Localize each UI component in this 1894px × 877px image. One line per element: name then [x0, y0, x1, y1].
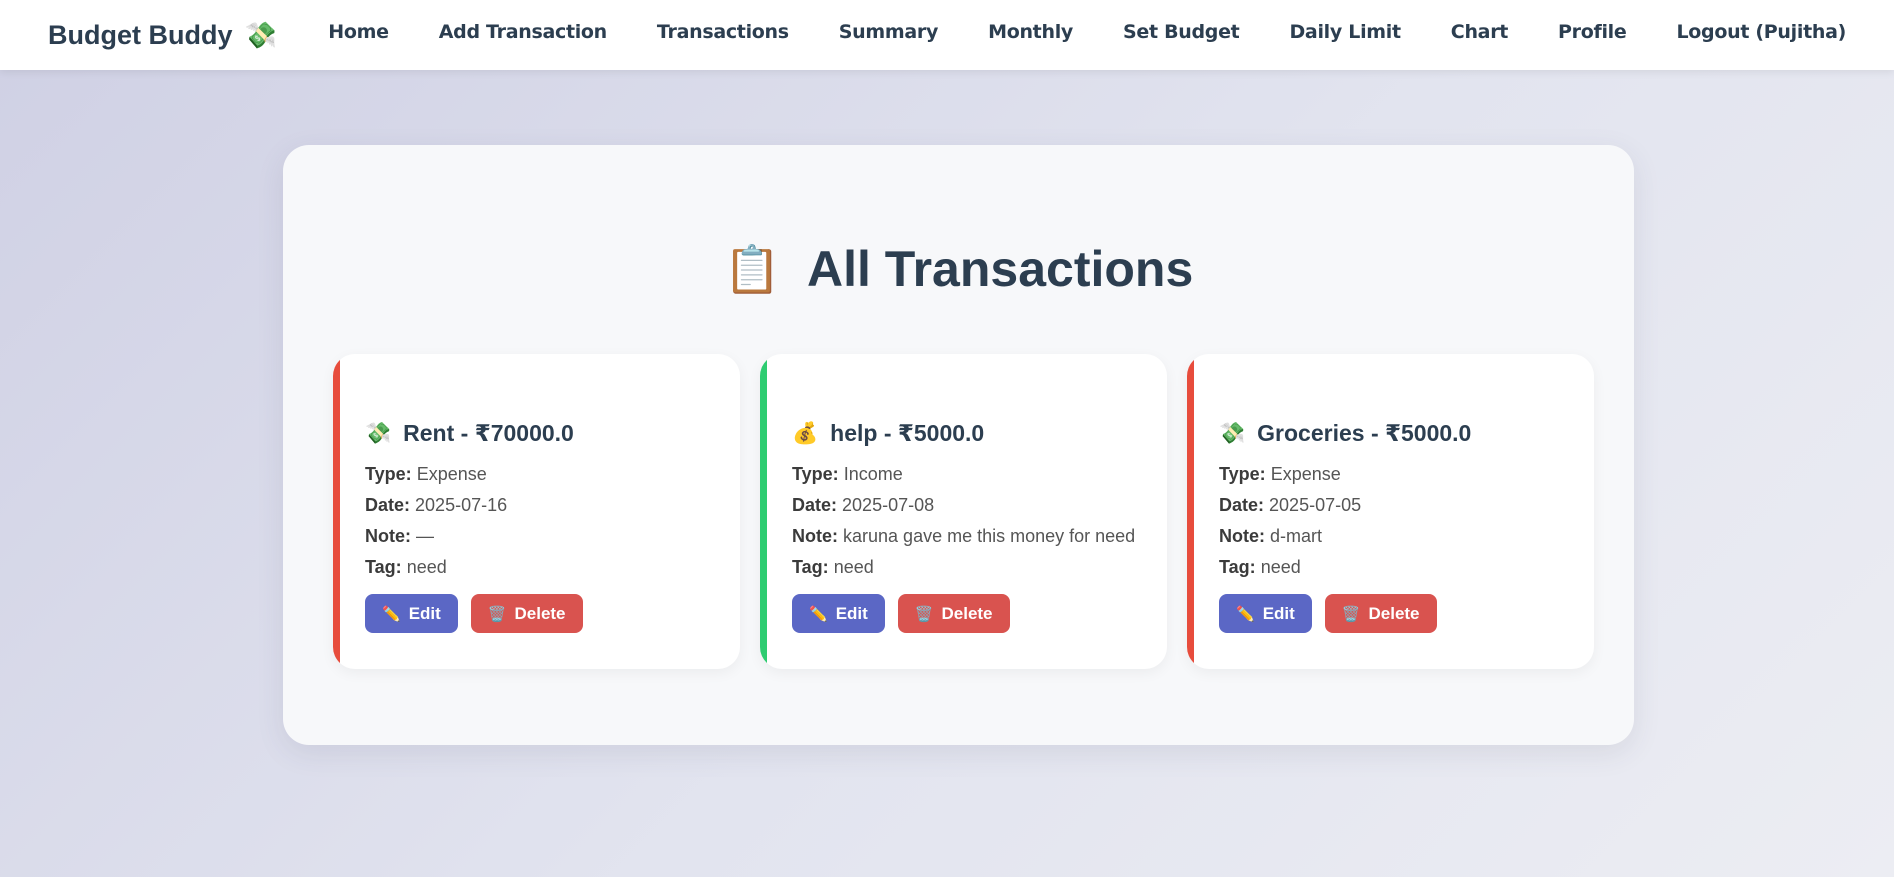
transaction-type: Type: Expense [1219, 464, 1341, 484]
transaction-card: 💸 Rent - ₹70000.0 Type: Expense Date: 20… [333, 354, 740, 669]
transaction-title: 💰 help - ₹5000.0 [792, 420, 1141, 447]
transaction-note: Note: d-mart [1219, 526, 1323, 546]
nav-add-transaction[interactable]: Add Transaction [439, 21, 607, 43]
edit-button[interactable]: ✏️ Edit [1219, 594, 1312, 633]
edit-button[interactable]: ✏️ Edit [365, 594, 458, 633]
transaction-title: 💸 Rent - ₹70000.0 [365, 420, 714, 447]
navbar: Budget Buddy 💸 Home Add Transaction Tran… [0, 0, 1894, 70]
trash-icon: 🗑️ [487, 605, 507, 623]
transaction-date: Date: 2025-07-08 [792, 495, 935, 515]
expense-accent-bar [1187, 354, 1194, 669]
transaction-card: 💸 Groceries - ₹5000.0 Type: Expense Date… [1187, 354, 1594, 669]
transaction-date: Date: 2025-07-05 [1219, 495, 1362, 515]
money-with-wings-icon: 💸 [1219, 421, 1246, 445]
expense-accent-bar [333, 354, 340, 669]
clipboard-icon: 📋 [723, 242, 782, 295]
transaction-type: Type: Expense [365, 464, 487, 484]
transaction-heading: Rent - ₹70000.0 [403, 420, 574, 446]
transaction-tag: Tag: need [792, 557, 874, 577]
nav-chart[interactable]: Chart [1451, 21, 1509, 43]
transaction-tag: Tag: need [1219, 557, 1301, 577]
transaction-title: 💸 Groceries - ₹5000.0 [1219, 420, 1568, 447]
money-with-wings-icon: 💸 [244, 19, 277, 50]
nav-monthly[interactable]: Monthly [988, 21, 1073, 43]
nav-summary[interactable]: Summary [839, 21, 939, 43]
money-with-wings-icon: 💸 [365, 421, 392, 445]
page-title: 📋 All Transactions [283, 240, 1634, 298]
page-title-text: All Transactions [807, 241, 1194, 297]
nav-profile[interactable]: Profile [1558, 21, 1627, 43]
transaction-date: Date: 2025-07-16 [365, 495, 508, 515]
trash-icon: 🗑️ [914, 605, 934, 623]
nav-set-budget[interactable]: Set Budget [1123, 21, 1240, 43]
transaction-heading: Groceries - ₹5000.0 [1257, 420, 1472, 446]
brand-logo[interactable]: Budget Buddy 💸 [48, 0, 277, 70]
money-bag-icon: 💰 [792, 421, 819, 445]
transaction-tag: Tag: need [365, 557, 447, 577]
transactions-container: 📋 All Transactions 💸 Rent - ₹70000.0 Typ… [283, 145, 1634, 745]
nav-links: Home Add Transaction Transactions Summar… [328, 0, 1846, 64]
nav-logout[interactable]: Logout (Pujitha) [1676, 21, 1846, 43]
edit-button[interactable]: ✏️ Edit [792, 594, 885, 633]
delete-button[interactable]: 🗑️ Delete [1324, 594, 1437, 633]
transaction-type: Type: Income [792, 464, 903, 484]
pencil-icon: ✏️ [1236, 605, 1255, 623]
transaction-note: Note: karuna gave me this money for need [792, 526, 1136, 546]
nav-home[interactable]: Home [328, 21, 389, 43]
delete-button[interactable]: 🗑️ Delete [470, 594, 583, 633]
pencil-icon: ✏️ [809, 605, 828, 623]
transaction-note: Note: — [365, 526, 435, 546]
delete-button[interactable]: 🗑️ Delete [897, 594, 1010, 633]
nav-transactions[interactable]: Transactions [657, 21, 789, 43]
brand-name: Budget Buddy [48, 19, 233, 50]
transaction-card: 💰 help - ₹5000.0 Type: Income Date: 2025… [760, 354, 1167, 669]
pencil-icon: ✏️ [382, 605, 401, 623]
income-accent-bar [760, 354, 767, 669]
nav-daily-limit[interactable]: Daily Limit [1289, 21, 1401, 43]
trash-icon: 🗑️ [1341, 605, 1361, 623]
transaction-heading: help - ₹5000.0 [830, 420, 985, 446]
